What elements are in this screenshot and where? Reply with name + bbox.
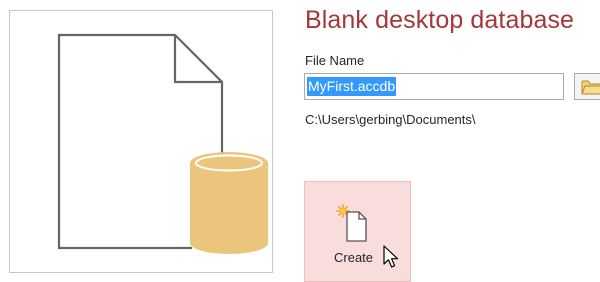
create-button[interactable]: Create [304,181,411,282]
page-title: Blank desktop database [305,6,575,34]
browse-button[interactable] [574,73,600,100]
new-document-icon [336,204,367,242]
file-name-value: MyFirst.accdb [307,77,397,96]
mouse-pointer-icon [383,245,399,268]
blank-database-icon [57,33,268,254]
database-preview [9,10,273,273]
save-location-path: C:\Users\gerbing\Documents\ [305,112,476,127]
folder-icon [581,80,600,94]
create-label: Create [334,250,374,265]
file-name-field[interactable]: MyFirst.accdb [304,73,564,100]
file-name-label: File Name [305,53,365,68]
new-database-panel: Blank desktop database File Name MyFirst… [0,0,600,282]
